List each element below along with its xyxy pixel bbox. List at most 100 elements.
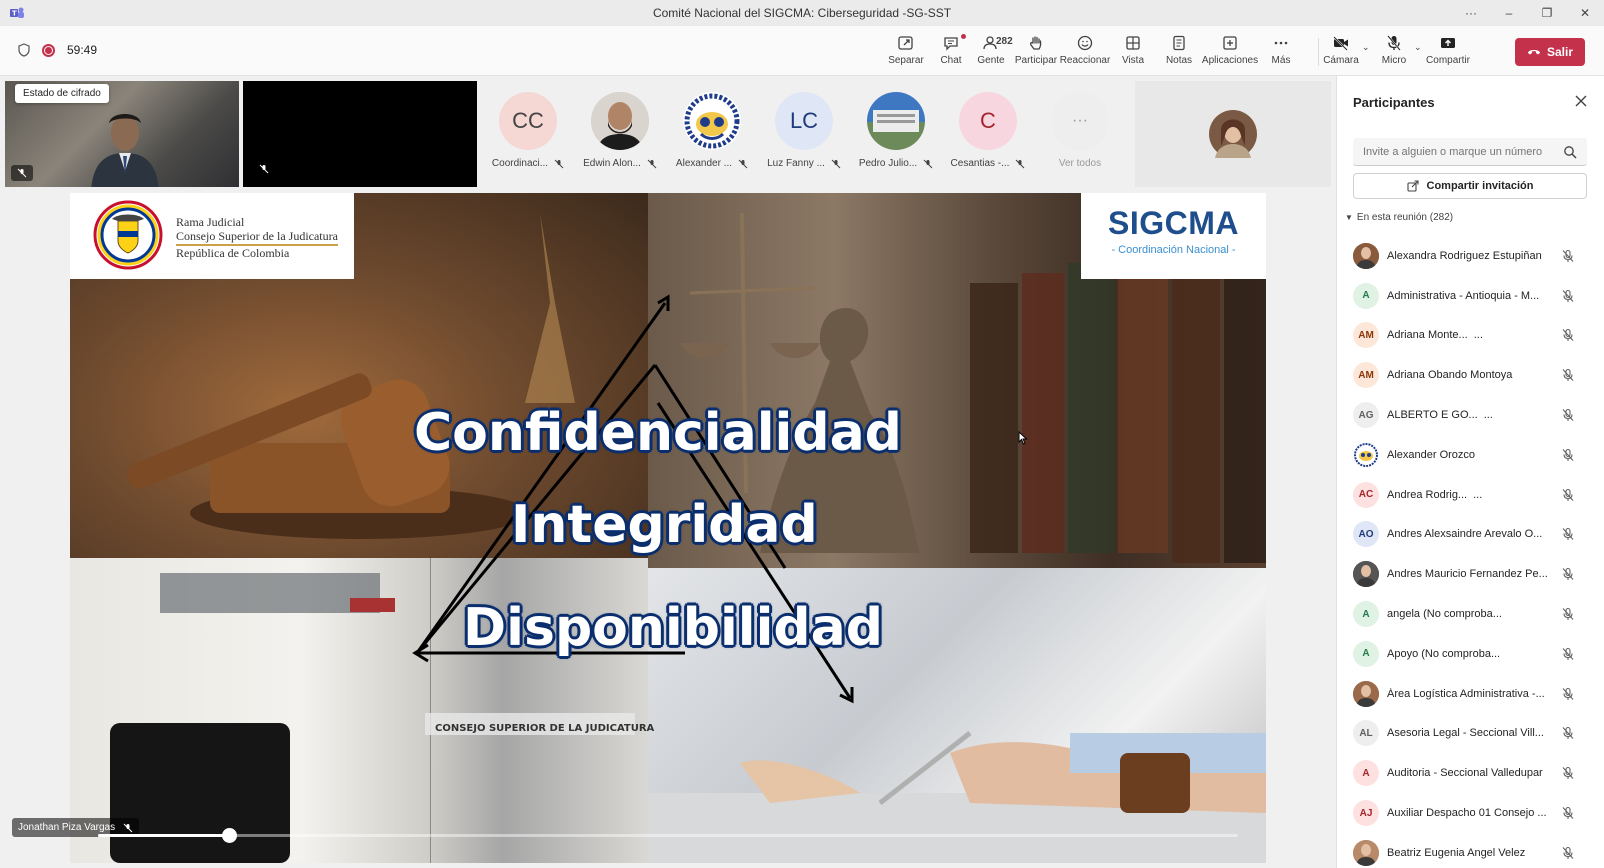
meeting-toolbar: 59:49 Separar Chat 282 Gente Participar … (0, 26, 1604, 81)
mic-off-icon (1562, 528, 1574, 541)
more-button[interactable]: Más (1254, 34, 1308, 74)
participant-row[interactable]: AC Andrea Rodrig...... (1337, 475, 1604, 515)
avatar: LC (775, 92, 833, 150)
rama-judicial-logo: Rama Judicial Consejo Superior de la Jud… (70, 193, 354, 279)
participant-name: Administrativa - Antioquia - M... (1387, 289, 1540, 302)
notes-icon (1173, 35, 1185, 51)
title-bar: T Comité Nacional del SIGCMA: Cibersegur… (0, 0, 1604, 26)
mic-off-icon (1562, 568, 1574, 581)
mic-off-icon (1562, 369, 1574, 382)
avatar: AM (1353, 322, 1379, 349)
minimize-icon[interactable]: – (1490, 0, 1528, 26)
mic-off-icon (923, 159, 933, 168)
avatar: AG (1353, 402, 1379, 429)
mic-off-icon (1562, 767, 1574, 780)
participant-row[interactable]: Aangela (No comproba... (1337, 594, 1604, 634)
notes-button[interactable]: Notas (1152, 34, 1206, 74)
participant-name: Andres Alexsaindre Arevalo O... (1387, 528, 1543, 541)
leave-button[interactable]: Salir (1515, 38, 1585, 66)
avatar-photo (591, 92, 649, 150)
avatar: AO (1353, 521, 1379, 548)
see-all-participants-button[interactable]: ··· Ver todos (1036, 92, 1124, 169)
mic-off-icon (647, 159, 657, 168)
participant-row[interactable]: Andres Mauricio Fernandez Pe... (1337, 554, 1604, 594)
apps-button[interactable]: Aplicaciones (1202, 34, 1258, 74)
recording-icon (42, 43, 55, 57)
restore-icon[interactable]: ❐ (1528, 0, 1566, 26)
participant-row[interactable]: AL Asesoria Legal - Seccional Vill... (1337, 714, 1604, 754)
logo-line-2: Consejo Superior de la Judicatura (176, 229, 338, 246)
participant-row[interactable]: AG ALBERTO E GO...... (1337, 395, 1604, 435)
participant-row[interactable]: AO Andres Alexsaindre Arevalo O... (1337, 515, 1604, 555)
participant-row[interactable]: A Apoyo (No comproba... (1337, 634, 1604, 674)
participant-row[interactable]: A Auditoria - Seccional Valledupar (1337, 753, 1604, 793)
close-window-icon[interactable]: ✕ (1566, 0, 1604, 26)
participant-row[interactable]: AJ Auxiliar Despacho 01 Consejo ... (1337, 793, 1604, 833)
participant-name: Apoyo (No comproba... (1387, 647, 1501, 660)
participant-list: Alexandra Rodriguez Estupiñan A Administra… (1337, 236, 1604, 868)
participant-tile[interactable]: LC Luz Fanny ... (760, 92, 848, 169)
avatar (1353, 839, 1379, 866)
camera-button[interactable]: Cámara (1314, 34, 1368, 74)
participant-row[interactable]: Beatriz Eugenia Angel Velez (1337, 833, 1604, 868)
participant-name: angela (No comproba... (1387, 608, 1502, 621)
participant-name: Área Logística Administrativa -... (1387, 687, 1545, 700)
participant-tile[interactable] (1135, 81, 1331, 187)
share-invite-button[interactable]: Compartir invitación (1353, 173, 1587, 199)
participant-tile[interactable]: Edwin Alon... (576, 92, 664, 169)
camera-tile[interactable]: Estado de cifrado (5, 81, 239, 187)
mic-off-icon (1562, 687, 1574, 700)
logo-line-3: República de Colombia (176, 246, 290, 260)
participant-row[interactable]: Área Logística Administrativa -... (1337, 674, 1604, 714)
participant-tile[interactable]: Pedro Julio... (852, 92, 940, 169)
raise-hand-button[interactable]: Participar (1009, 34, 1063, 74)
mic-off-icon (259, 164, 269, 174)
more-window-options-icon[interactable]: ··· (1452, 0, 1490, 26)
participant-row[interactable]: A Administrativa - Antioquia - M... (1337, 276, 1604, 316)
progress-knob[interactable] (222, 828, 238, 843)
sigcma-logo: SIGCMA - Coordinación Nacional - (1081, 193, 1266, 279)
word-integridad: Integridad (511, 495, 818, 555)
participant-tile[interactable]: Alexander ... (668, 92, 756, 169)
pop-out-icon (898, 36, 913, 50)
video-progress-slider[interactable] (98, 828, 1238, 843)
colombia-coat-of-arms-icon (93, 200, 163, 270)
avatar: A (1353, 601, 1379, 628)
avatar (1353, 242, 1379, 269)
camera-tile-off[interactable] (243, 81, 477, 187)
participant-row[interactable]: Alexandra Rodriguez Estupiñan (1337, 236, 1604, 276)
mic-off-icon (1562, 329, 1574, 342)
participant-row[interactable]: Alexander Orozco (1337, 435, 1604, 475)
participant-tile[interactable]: CC Coordinaci... (484, 92, 572, 169)
share-button[interactable]: Compartir (1421, 34, 1475, 74)
mic-off-icon (1387, 35, 1401, 51)
participant-row[interactable]: AM Adriana Monte...... (1337, 316, 1604, 356)
participant-name: Adriana Monte...... (1387, 329, 1483, 342)
invite-input[interactable] (1353, 138, 1587, 166)
avatar (867, 92, 925, 150)
participant-video (91, 114, 159, 187)
participant-tile[interactable]: C Cesantias -... (944, 92, 1032, 169)
participant-row[interactable]: AM Adriana Obando Montoya (1337, 355, 1604, 395)
muted-badge (253, 161, 275, 177)
sigcma-subtitle: - Coordinación Nacional - (1111, 244, 1236, 256)
in-meeting-section-toggle[interactable]: ▼ En esta reunión (282) (1345, 212, 1453, 223)
meeting-timer: 59:49 (67, 43, 98, 57)
avatar: A (1353, 282, 1379, 309)
mic-off-icon (17, 168, 27, 178)
window-title: Comité Nacional del SIGCMA: Cibersegurid… (652, 6, 952, 20)
participant-name: Beatriz Eugenia Angel Velez (1387, 846, 1526, 859)
mic-off-icon (123, 823, 133, 832)
panel-title: Participantes (1353, 95, 1435, 110)
close-panel-icon[interactable] (1574, 94, 1588, 108)
avatar (683, 92, 741, 150)
mic-button[interactable]: Micro (1367, 34, 1421, 74)
search-icon (1564, 146, 1577, 159)
chat-icon (944, 37, 958, 51)
shield-icon[interactable] (18, 43, 30, 57)
react-button[interactable]: Reaccionar (1058, 34, 1112, 74)
participant-name: ALBERTO E GO...... (1387, 409, 1493, 422)
participants-panel: Participantes Compartir invitación ▼ En … (1336, 76, 1604, 868)
avatar: CC (499, 92, 557, 150)
participant-name: Adriana Obando Montoya (1387, 369, 1513, 382)
